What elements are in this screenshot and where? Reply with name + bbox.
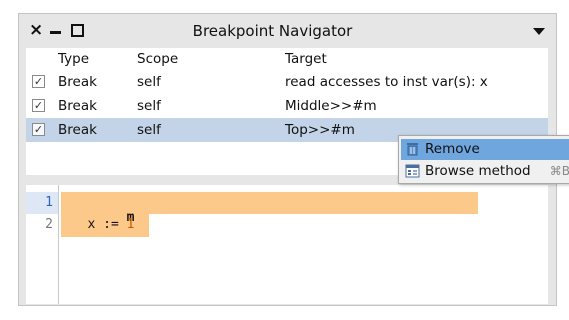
code-area[interactable]: m x := 1	[59, 185, 548, 304]
enabled-checkbox[interactable]: ✓	[32, 99, 45, 112]
browse-icon	[405, 164, 420, 178]
target-cell: Middle>>#m	[285, 98, 377, 114]
column-header-target[interactable]: Target	[285, 51, 327, 67]
title-bar: × Breakpoint Navigator	[19, 14, 556, 48]
window-menu-icon[interactable]	[533, 28, 545, 35]
current-line-marker	[26, 192, 58, 214]
scope-cell: self	[137, 122, 161, 138]
breakpoint-navigator-window: × Breakpoint Navigator Type Scope Target…	[18, 13, 569, 306]
menu-item-label: Browse method	[425, 163, 531, 179]
assign-operator: :=	[95, 217, 127, 232]
line-number: 1	[45, 195, 53, 210]
source-code-editor[interactable]: 1 2 m x := 1	[26, 185, 548, 304]
enabled-checkbox[interactable]: ✓	[32, 75, 45, 88]
menu-item-browse-method[interactable]: Browse method ⌘B	[401, 161, 569, 182]
column-header-scope[interactable]: Scope	[137, 51, 178, 67]
context-menu: Remove Browse method ⌘B	[398, 135, 569, 184]
type-cell: Break	[58, 122, 97, 138]
column-header-type[interactable]: Type	[58, 51, 89, 67]
code-line-2: x := 1	[64, 217, 134, 232]
type-cell: Break	[58, 74, 97, 90]
list-header: Type Scope Target	[26, 48, 548, 70]
line-number: 2	[45, 217, 53, 232]
target-cell: Top>>#m	[285, 122, 355, 138]
shortcut-label: ⌘B	[549, 164, 569, 178]
number-literal: 1	[126, 217, 135, 232]
trash-icon	[407, 143, 418, 156]
breakpoint-row[interactable]: ✓ Break self Middle>>#m	[26, 94, 548, 118]
scope-cell: self	[137, 98, 161, 114]
scope-cell: self	[137, 74, 161, 90]
menu-item-remove[interactable]: Remove	[401, 139, 569, 160]
menu-item-label: Remove	[425, 141, 480, 157]
enabled-checkbox[interactable]: ✓	[32, 123, 45, 136]
breakpoint-row[interactable]: ✓ Break self read accesses to inst var(s…	[26, 70, 548, 94]
type-cell: Break	[58, 98, 97, 114]
window-title: Breakpoint Navigator	[192, 22, 353, 40]
target-cell: read accesses to inst var(s): x	[285, 74, 488, 90]
line-number-gutter: 1 2	[26, 185, 59, 304]
